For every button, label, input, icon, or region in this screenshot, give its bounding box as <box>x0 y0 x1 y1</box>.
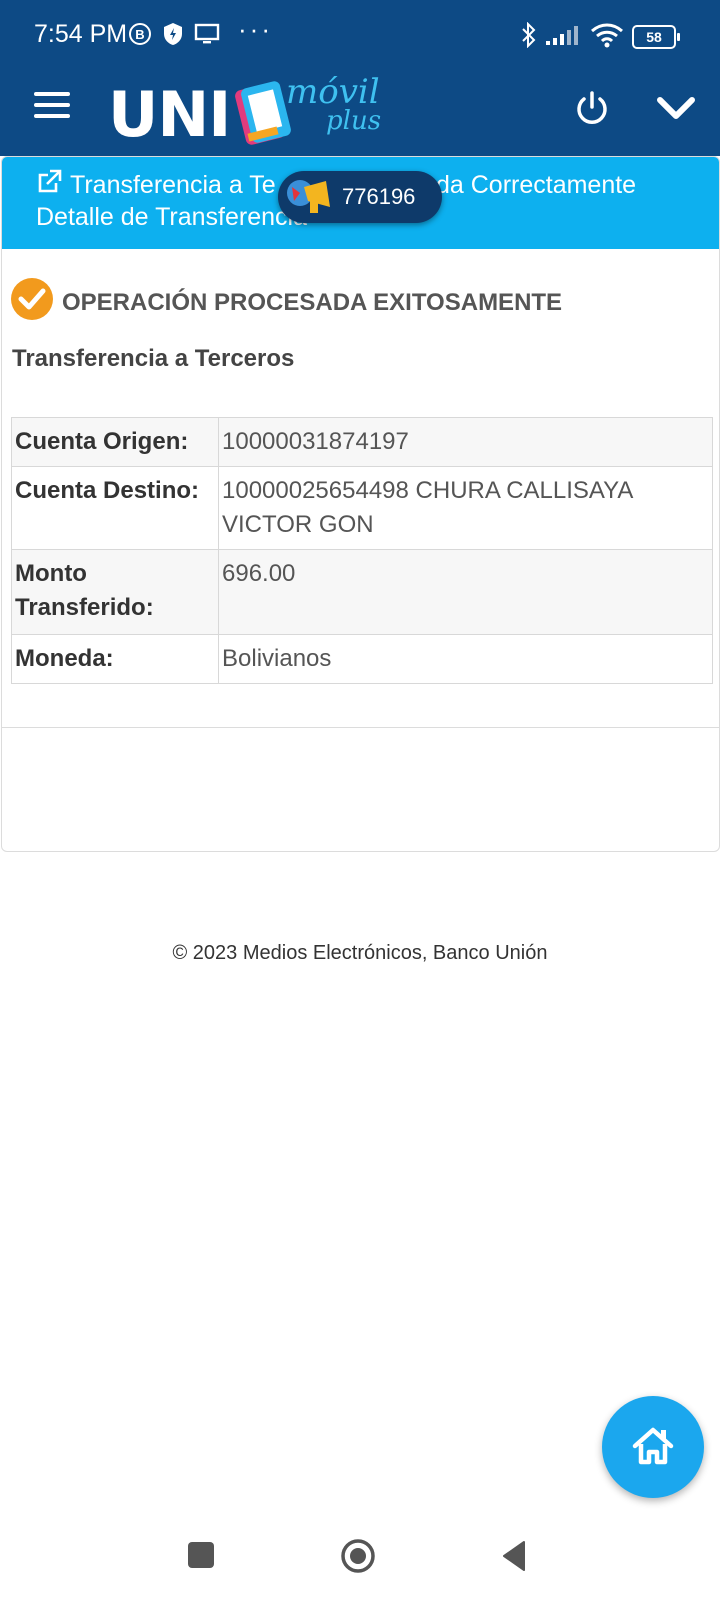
table-row: Cuenta Destino: 10000025654498 CHURA CAL… <box>11 466 713 550</box>
logo: UNI móvil plus <box>108 72 388 151</box>
check-circle-icon <box>11 278 53 320</box>
row-label: Cuenta Destino: <box>11 466 219 550</box>
divider <box>2 727 719 728</box>
menu-button[interactable] <box>34 92 70 122</box>
chevron-down-icon <box>657 97 695 119</box>
recent-apps-button[interactable] <box>188 1542 214 1568</box>
row-label: Moneda: <box>11 634 219 684</box>
monitor-icon <box>194 23 220 44</box>
back-nav-button[interactable] <box>500 1540 528 1572</box>
svg-text:B: B <box>135 27 144 42</box>
row-label: Cuenta Origen: <box>11 417 219 467</box>
bluetooth-icon <box>522 22 536 48</box>
megaphone-icon <box>287 180 330 213</box>
success-message: OPERACIÓN PROCESADA EXITOSAMENTE <box>62 289 563 316</box>
app-header: UNI móvil plus <box>0 70 720 156</box>
power-icon <box>577 91 607 124</box>
top-bar: 7:54 PM B ··· 58 UNI móvil plus <box>0 0 720 156</box>
table-row: Cuenta Origen: 10000031874197 <box>11 417 713 467</box>
operation-type: Transferencia a Terceros <box>12 345 295 372</box>
table-row: Moneda: Bolivianos <box>11 634 713 684</box>
floating-overlay-bubble[interactable]: 776196 <box>278 171 442 223</box>
signal-icon <box>546 26 578 45</box>
footer-copyright: © 2023 Medios Electrónicos, Banco Unión <box>172 942 548 964</box>
dropdown-button[interactable] <box>656 92 696 129</box>
battery-indicator: 58 <box>632 25 680 49</box>
transfer-detail-card: Transferencia a Te letada Correctamente D… <box>1 156 720 852</box>
transfer-detail-table: Cuenta Origen: 10000031874197 Cuenta Des… <box>11 417 713 684</box>
table-row: Monto Transferido: 696.00 <box>11 549 713 635</box>
home-nav-button[interactable] <box>340 1538 376 1574</box>
home-icon <box>632 1427 674 1465</box>
row-value: 10000025654498 CHURA CALLISAYA VICTOR GO… <box>218 466 713 550</box>
logo-plus: plus <box>326 106 382 136</box>
phone-logo-icon <box>235 81 291 145</box>
b-icon: B <box>129 23 151 45</box>
menu-icon <box>34 92 70 118</box>
row-value: 10000031874197 <box>218 417 713 467</box>
banner-title-left: Transferencia a Te <box>70 171 276 199</box>
more-icon: ··· <box>238 14 273 44</box>
status-time: 7:54 PM <box>34 20 128 48</box>
system-nav-bar <box>0 1510 720 1600</box>
logout-button[interactable] <box>572 88 612 133</box>
home-button[interactable] <box>602 1396 704 1498</box>
overlay-number: 776196 <box>342 184 416 209</box>
wifi-icon <box>591 23 623 48</box>
status-bar: 7:54 PM B ··· 58 <box>0 0 720 70</box>
row-value: Bolivianos <box>218 634 713 684</box>
logo-uni: UNI <box>108 78 231 151</box>
row-label: Monto Transferido: <box>11 549 219 635</box>
shield-icon <box>164 23 182 45</box>
row-value: 696.00 <box>218 549 713 635</box>
external-link-icon <box>38 169 62 193</box>
